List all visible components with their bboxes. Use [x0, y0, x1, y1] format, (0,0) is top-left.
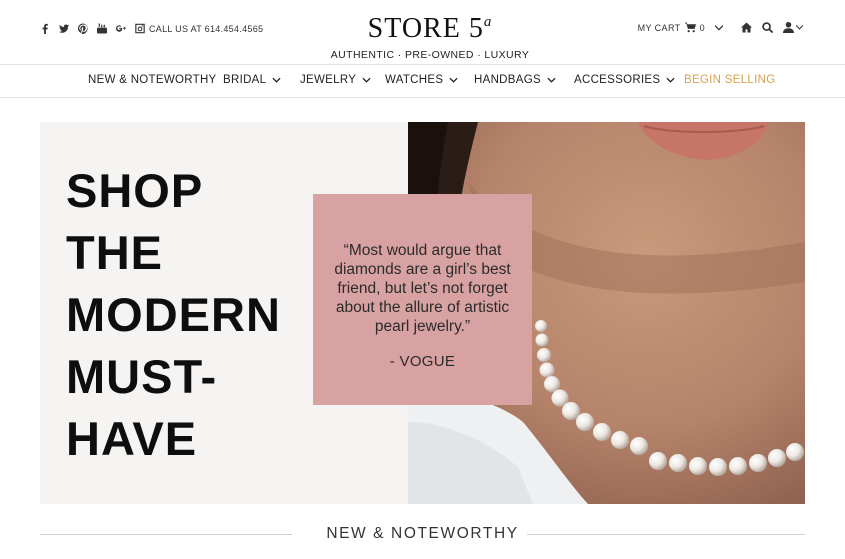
account-icon[interactable] — [783, 22, 803, 33]
cart-chevron-down-icon[interactable] — [715, 24, 723, 31]
youtube-icon[interactable] — [97, 22, 107, 34]
google-plus-icon[interactable] — [116, 22, 126, 34]
nav-item-label: WATCHES — [385, 74, 444, 86]
nav-item-begin-selling[interactable]: BEGIN SELLING — [684, 74, 775, 86]
nav-item-handbags[interactable]: HANDBAGS — [474, 74, 556, 86]
nav-item-label: JEWELRY — [300, 74, 357, 86]
cart-label: MY CART — [637, 22, 681, 33]
chevron-down-icon — [272, 77, 281, 83]
headline-line: HAVE — [66, 412, 198, 465]
section-title: NEW & NOTEWORTHY — [326, 525, 519, 542]
nav-item-label: HANDBAGS — [474, 74, 541, 86]
nav-item-label: NEW & NOTEWORTHY — [88, 74, 217, 86]
nav-item-label: BEGIN SELLING — [684, 74, 776, 86]
cart-count: 0 — [699, 22, 705, 33]
facebook-icon[interactable] — [40, 22, 50, 34]
nav-item-bridal[interactable]: BRIDAL — [223, 74, 281, 86]
hero-banner[interactable]: SHOP THE MODERN MUST- HAVE “Most would a… — [40, 122, 805, 504]
tagline: AUTHENTIC · PRE-OWNED · LUXURY — [330, 49, 530, 61]
header-tools: MY CART 0 — [638, 22, 803, 33]
logo-superscript: a — [483, 14, 493, 30]
nav-item-watches[interactable]: WATCHES — [385, 74, 458, 86]
chevron-down-icon — [666, 77, 675, 83]
quote-source: - VOGUE — [389, 353, 456, 370]
headline-line: THE — [66, 226, 163, 279]
logo[interactable]: STORE 5a AUTHENTIC · PRE-OWNED · LUXURY — [330, 6, 530, 61]
chevron-down-icon — [362, 77, 371, 83]
headline-line: MODERN — [66, 288, 281, 341]
cart-button[interactable]: MY CART 0 — [638, 22, 705, 33]
nav-item-label: BRIDAL — [223, 74, 267, 86]
quote-text: “Most would argue that diamonds are a gi… — [334, 242, 511, 335]
call-us-text: CALL US AT 614.454.4565 — [149, 24, 264, 34]
hero-headline: SHOP THE MODERN MUST- HAVE — [66, 160, 326, 470]
main-nav: NEW & NOTEWORTHY BRIDAL JEWELRY WATCHES … — [0, 64, 845, 98]
nav-item-jewelry[interactable]: JEWELRY — [300, 74, 371, 86]
twitter-icon[interactable] — [59, 22, 69, 34]
headline-line: MUST- — [66, 350, 218, 403]
account-chevron-down-icon — [796, 25, 803, 30]
nav-item-new-noteworthy[interactable]: NEW & NOTEWORTHY — [88, 74, 217, 86]
pinterest-icon[interactable] — [78, 22, 88, 34]
cart-icon — [684, 22, 696, 33]
logo-text: STORE 5 — [367, 13, 484, 44]
section-header: NEW & NOTEWORTHY — [40, 522, 805, 548]
nav-item-label: ACCESSORIES — [574, 74, 661, 86]
chevron-down-icon — [449, 77, 458, 83]
quote-card: “Most would argue that diamonds are a gi… — [313, 194, 532, 405]
instagram-icon[interactable] — [135, 22, 145, 34]
headline-line: SHOP — [66, 164, 204, 217]
chevron-down-icon — [547, 77, 556, 83]
home-icon[interactable] — [741, 22, 752, 33]
nav-item-accessories[interactable]: ACCESSORIES — [574, 74, 675, 86]
social-links — [40, 22, 145, 34]
search-icon[interactable] — [762, 22, 773, 33]
top-bar: CALL US AT 614.454.4565 STORE 5a AUTHENT… — [0, 0, 845, 64]
